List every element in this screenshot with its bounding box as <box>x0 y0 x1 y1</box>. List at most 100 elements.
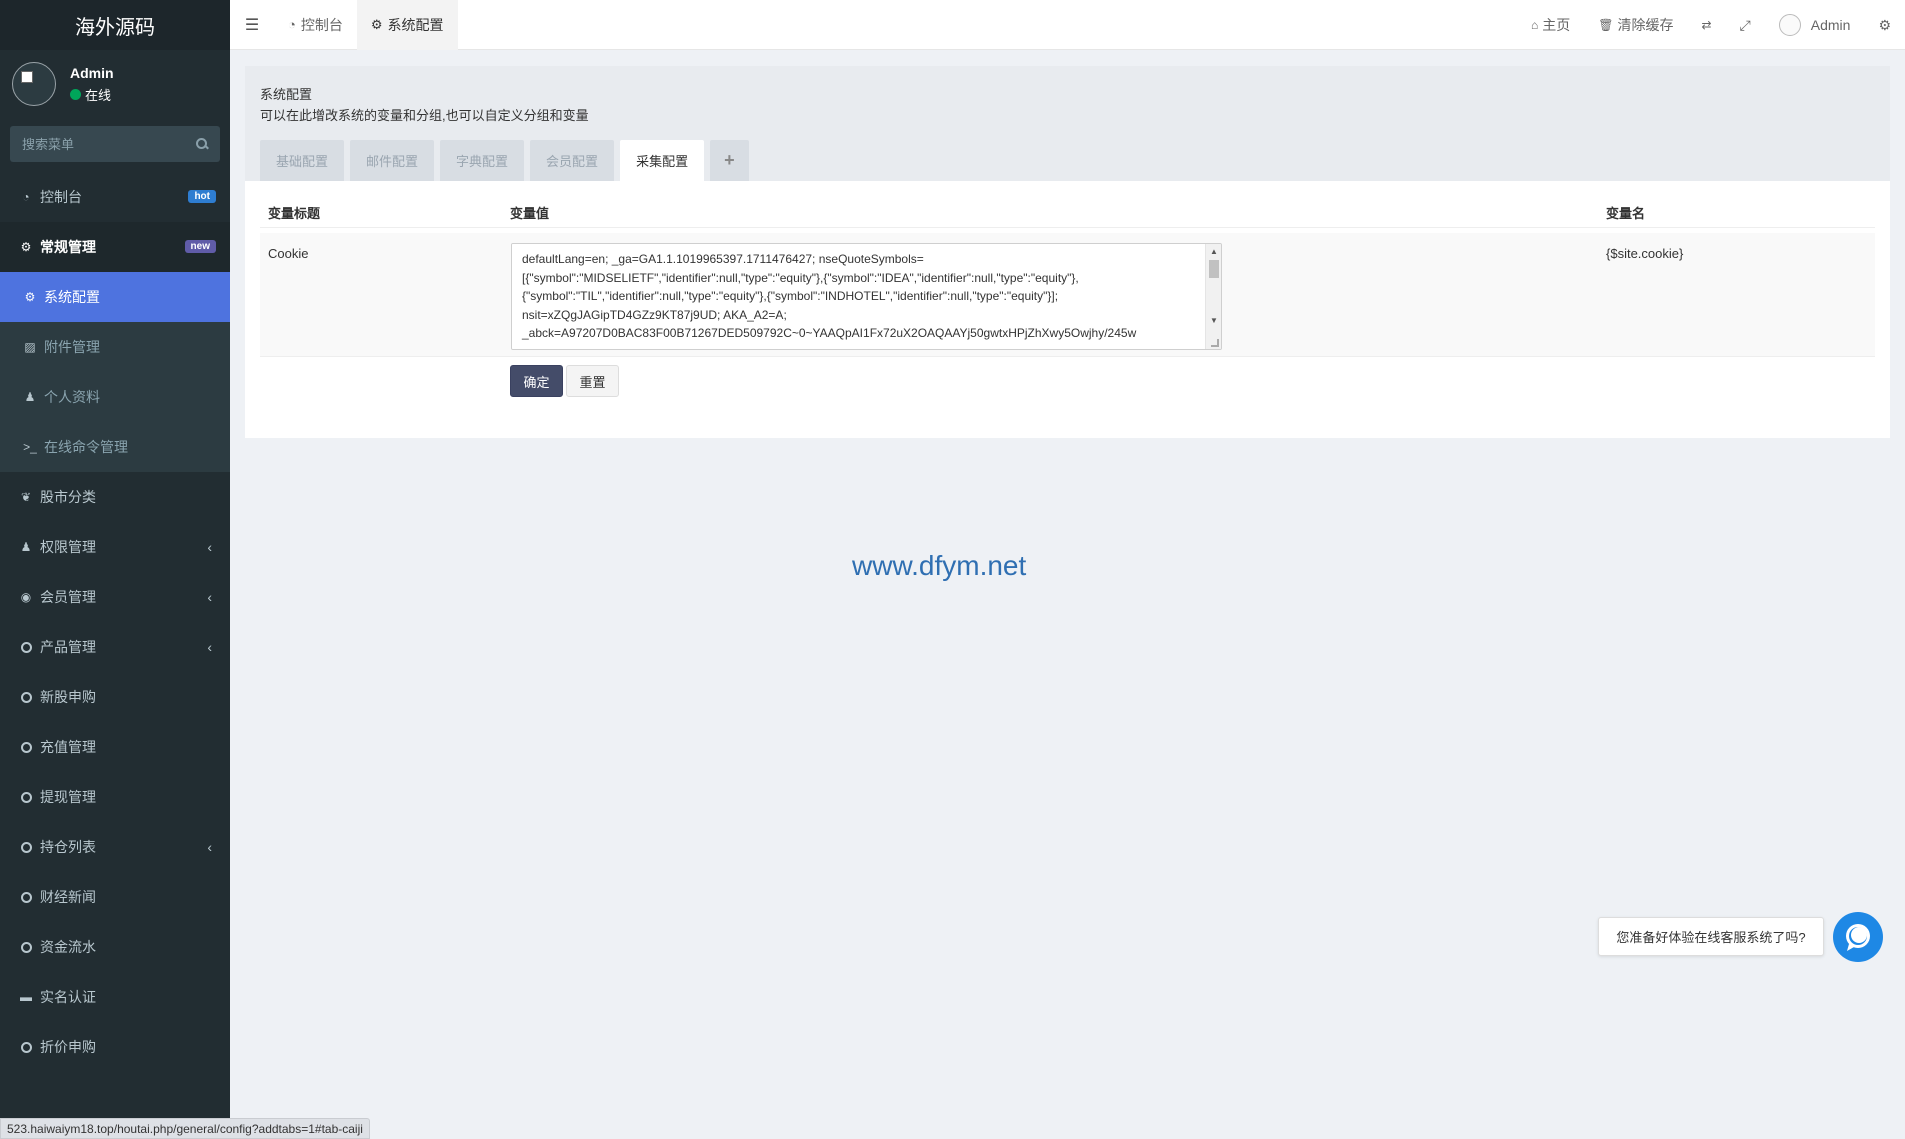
general-submenu: ⚙ 系统配置 ▨ 附件管理 ♟ 个人资料 >_ 在线命令管理 <box>0 272 230 472</box>
sidebar-item-label: 新股申购 <box>40 689 96 705</box>
home-link[interactable]: ⌂ 主页 <box>1517 0 1584 50</box>
chevron-left-icon: ‹ <box>207 589 212 605</box>
terminal-icon: >_ <box>23 440 37 454</box>
resize-grip-icon[interactable] <box>1211 339 1219 347</box>
sidebar-item-news[interactable]: 财经新闻 <box>0 872 230 922</box>
add-tab-button[interactable]: + <box>710 140 749 181</box>
sidebar-item-cashflow[interactable]: 资金流水 <box>0 922 230 972</box>
tab-label: 系统配置 <box>387 16 444 33</box>
row-variable-name: {$site.cookie} <box>1606 246 1684 261</box>
sidebar-item-verification[interactable]: ▬ 实名认证 <box>0 972 230 1022</box>
avatar <box>1778 14 1801 36</box>
sidebar-item-label: 控制台 <box>40 189 82 205</box>
chat-prompt[interactable]: 您准备好体验在线客服系统了吗? <box>1598 917 1824 956</box>
tab-basic[interactable]: 基础配置 <box>260 140 345 181</box>
gear-icon: ⚙ <box>24 290 36 304</box>
hot-badge: hot <box>188 190 216 203</box>
sidebar-item-permissions[interactable]: ♟ 权限管理 ‹ <box>0 522 230 572</box>
menu-search-input[interactable] <box>22 136 182 152</box>
tab-member[interactable]: 会员配置 <box>530 140 615 181</box>
topbar-right: ⌂ 主页 🗑 清除缓存 ⇄ ⤢ Admin ⚙ <box>1517 0 1905 50</box>
sidebar-item-config[interactable]: ⚙ 系统配置 <box>0 272 230 322</box>
sidebar-item-recharge[interactable]: 充值管理 <box>0 722 230 772</box>
circle-icon <box>18 691 34 703</box>
sidebar-item-withdraw[interactable]: 提现管理 <box>0 772 230 822</box>
header-name: 变量名 <box>1606 206 1646 221</box>
tab-collect[interactable]: 采集配置 <box>620 140 705 181</box>
dashboard-icon: ◔ <box>22 190 30 204</box>
menu-search <box>10 126 220 162</box>
header-value: 变量值 <box>510 206 550 221</box>
user-menu-label: Admin <box>1810 17 1851 33</box>
table-header: 变量标题 变量值 变量名 <box>260 193 1875 228</box>
cogs-icon: ⚙ <box>1878 16 1891 33</box>
settings-button[interactable]: ⚙ <box>1864 0 1905 50</box>
sidebar-item-profile[interactable]: ♟ 个人资料 <box>0 372 230 422</box>
sidebar-item-label: 系统配置 <box>44 289 100 305</box>
sidebar-item-general[interactable]: ⚙ 常规管理 new <box>0 222 230 272</box>
scroll-up-icon[interactable]: ▲ <box>1210 247 1218 256</box>
sidebar-item-label: 充值管理 <box>40 739 96 755</box>
confirm-button[interactable]: 确定 <box>510 365 563 397</box>
cogs-icon: ⚙ <box>20 240 32 254</box>
page-description: 可以在此增改系统的变量和分组,也可以自定义分组和变量 <box>260 108 589 123</box>
tab-email[interactable]: 邮件配置 <box>350 140 435 181</box>
circle-icon <box>18 741 34 753</box>
sidebar-item-products[interactable]: 产品管理 ‹ <box>0 622 230 672</box>
circle-icon <box>18 641 34 653</box>
sidebar-item-label: 个人资料 <box>44 389 100 405</box>
tab-dictionary[interactable]: 字典配置 <box>440 140 525 181</box>
home-icon: ⌂ <box>1531 18 1539 32</box>
page-title: 系统配置 <box>260 87 313 102</box>
cookie-textarea-wrap: defaultLang=en; _ga=GA1.1.1019965397.171… <box>511 243 1222 350</box>
sidebar-item-attachments[interactable]: ▨ 附件管理 <box>0 322 230 372</box>
scroll-thumb[interactable] <box>1209 260 1219 278</box>
user-icon: ♟ <box>24 390 36 404</box>
translate-icon: ⇄ <box>1701 18 1712 32</box>
sidebar-item-ipo[interactable]: 新股申购 <box>0 672 230 722</box>
search-icon[interactable] <box>196 138 208 150</box>
user-menu[interactable]: Admin <box>1765 0 1865 50</box>
menu-toggle-icon[interactable]: ☰ <box>230 0 274 50</box>
language-button[interactable]: ⇄ <box>1687 0 1725 50</box>
home-label: 主页 <box>1542 17 1571 33</box>
user-status-text: 在线 <box>85 87 112 103</box>
sidebar-item-label: 提现管理 <box>40 789 96 805</box>
clear-cache-label: 清除缓存 <box>1617 17 1674 33</box>
scroll-down-icon[interactable]: ▼ <box>1210 316 1218 325</box>
sidebar-item-dashboard[interactable]: ◔ 控制台 hot <box>0 172 230 222</box>
sidebar-item-label: 产品管理 <box>40 639 96 655</box>
fullscreen-button[interactable]: ⤢ <box>1726 0 1765 50</box>
credit-card-icon: ▬ <box>20 990 32 1004</box>
sidebar-item-label: 财经新闻 <box>40 889 96 905</box>
user-status: 在线 <box>70 85 114 104</box>
chat-button[interactable] <box>1833 912 1883 962</box>
circle-icon <box>18 841 34 853</box>
cookie-value-textarea[interactable]: defaultLang=en; _ga=GA1.1.1019965397.171… <box>512 244 1204 349</box>
sidebar-item-label: 资金流水 <box>40 939 96 955</box>
sidebar-item-stock-category[interactable]: ❦ 股市分类 <box>0 472 230 522</box>
circle-icon <box>18 891 34 903</box>
sidebar-item-label: 常规管理 <box>40 239 96 255</box>
reset-button[interactable]: 重置 <box>566 365 619 397</box>
circle-icon <box>18 941 34 953</box>
user-name: Admin <box>70 64 114 81</box>
circle-icon <box>18 791 34 803</box>
status-url: 523.haiwaiym18.top/houtai.php/general/co… <box>0 1118 370 1139</box>
content-header: 系统配置 可以在此增改系统的变量和分组,也可以自定义分组和变量 基础配置 邮件配… <box>245 66 1890 181</box>
sidebar-item-members[interactable]: ◉ 会员管理 ‹ <box>0 572 230 622</box>
sidebar-item-command[interactable]: >_ 在线命令管理 <box>0 422 230 472</box>
textarea-scrollbar[interactable]: ▲ ▼ <box>1205 244 1221 349</box>
topbar: ☰ ◔ 控制台 ⚙ 系统配置 ⌂ 主页 🗑 清除缓存 ⇄ ⤢ Admin ⚙ <box>230 0 1905 50</box>
sidebar-item-label: 附件管理 <box>44 339 100 355</box>
user-panel: Admin 在线 <box>0 50 230 118</box>
trash-icon: 🗑 <box>1598 18 1614 32</box>
clear-cache-button[interactable]: 🗑 清除缓存 <box>1584 0 1687 50</box>
tab-config[interactable]: ⚙ 系统配置 <box>356 0 458 50</box>
chevron-left-icon: ‹ <box>207 639 212 655</box>
tab-dashboard[interactable]: ◔ 控制台 <box>274 0 357 50</box>
sidebar-item-positions[interactable]: 持仓列表 ‹ <box>0 822 230 872</box>
logo[interactable]: 海外源码 <box>0 0 230 50</box>
sidebar-item-discount[interactable]: 折价申购 <box>0 1022 230 1072</box>
fullscreen-icon: ⤢ <box>1739 16 1751 33</box>
